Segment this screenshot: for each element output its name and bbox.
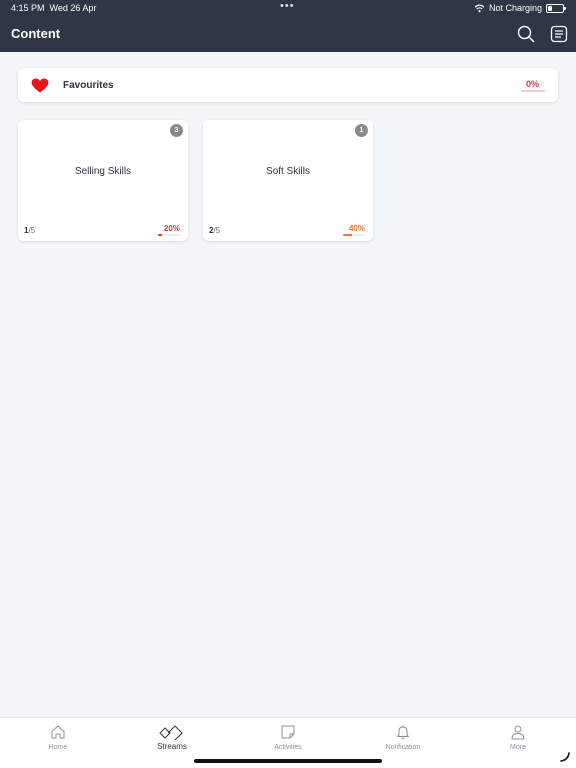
activities-icon — [281, 725, 295, 739]
tab-home[interactable]: Home — [23, 724, 93, 751]
favourites-percent: 0% — [525, 79, 539, 89]
battery-icon — [546, 3, 566, 13]
favourites-progress-bar — [521, 90, 545, 92]
progress-bar — [343, 234, 365, 236]
favourites-card[interactable]: Favourites 0% — [18, 68, 558, 102]
charging-status: Not Charging — [488, 3, 542, 13]
tab-more[interactable]: More — [483, 724, 553, 751]
total-count: /5 — [213, 226, 221, 235]
search-icon[interactable] — [517, 25, 535, 43]
stream-name: Soft Skills — [266, 166, 310, 177]
item-count-badge: 3 — [170, 124, 183, 137]
tab-streams[interactable]: Streams — [137, 724, 207, 751]
tab-label: Notification — [385, 744, 421, 751]
status-date: Wed 26 Apr — [49, 3, 97, 13]
person-icon — [511, 725, 525, 740]
streams-icon — [159, 725, 183, 740]
tab-label: Activities — [274, 744, 302, 751]
home-indicator[interactable] — [194, 759, 382, 763]
progress-bar-fill — [158, 234, 163, 236]
tab-notification[interactable]: Notification — [368, 724, 438, 751]
resize-hook-icon — [560, 752, 570, 762]
total-count: /5 — [28, 226, 36, 235]
status-indicators: Not Charging — [474, 3, 566, 13]
favourites-label: Favourites — [63, 80, 114, 91]
wifi-icon — [474, 4, 485, 12]
tab-label: Home — [48, 744, 68, 751]
multitasking-dots[interactable]: ••• — [280, 0, 295, 12]
heart-icon — [31, 78, 49, 93]
completion-count: 2/5 — [209, 226, 220, 235]
bell-icon — [397, 725, 409, 740]
progress-bar-fill — [343, 234, 352, 236]
progress-bar — [158, 234, 180, 236]
status-time-value: 4:15 PM — [11, 3, 45, 13]
app-header: 4:15 PM Wed 26 Apr ••• Not Charging Cont… — [0, 0, 576, 52]
stream-tile-selling-skills[interactable]: 3 Selling Skills 1/5 20% — [18, 120, 188, 241]
status-time: 4:15 PM Wed 26 Apr — [11, 3, 96, 13]
home-icon — [51, 725, 65, 739]
completion-count: 1/5 — [24, 226, 35, 235]
progress-percent: 40% — [348, 224, 365, 233]
list-menu-icon[interactable] — [550, 25, 568, 43]
stream-tile-soft-skills[interactable]: 1 Soft Skills 2/5 40% — [203, 120, 373, 241]
tab-activities[interactable]: Activities — [253, 724, 323, 751]
stream-name: Selling Skills — [74, 166, 132, 177]
tab-label: Streams — [157, 742, 187, 751]
tab-label: More — [510, 744, 526, 751]
progress-percent: 20% — [163, 224, 180, 233]
page-title: Content — [11, 26, 61, 41]
item-count-badge: 1 — [355, 124, 368, 137]
